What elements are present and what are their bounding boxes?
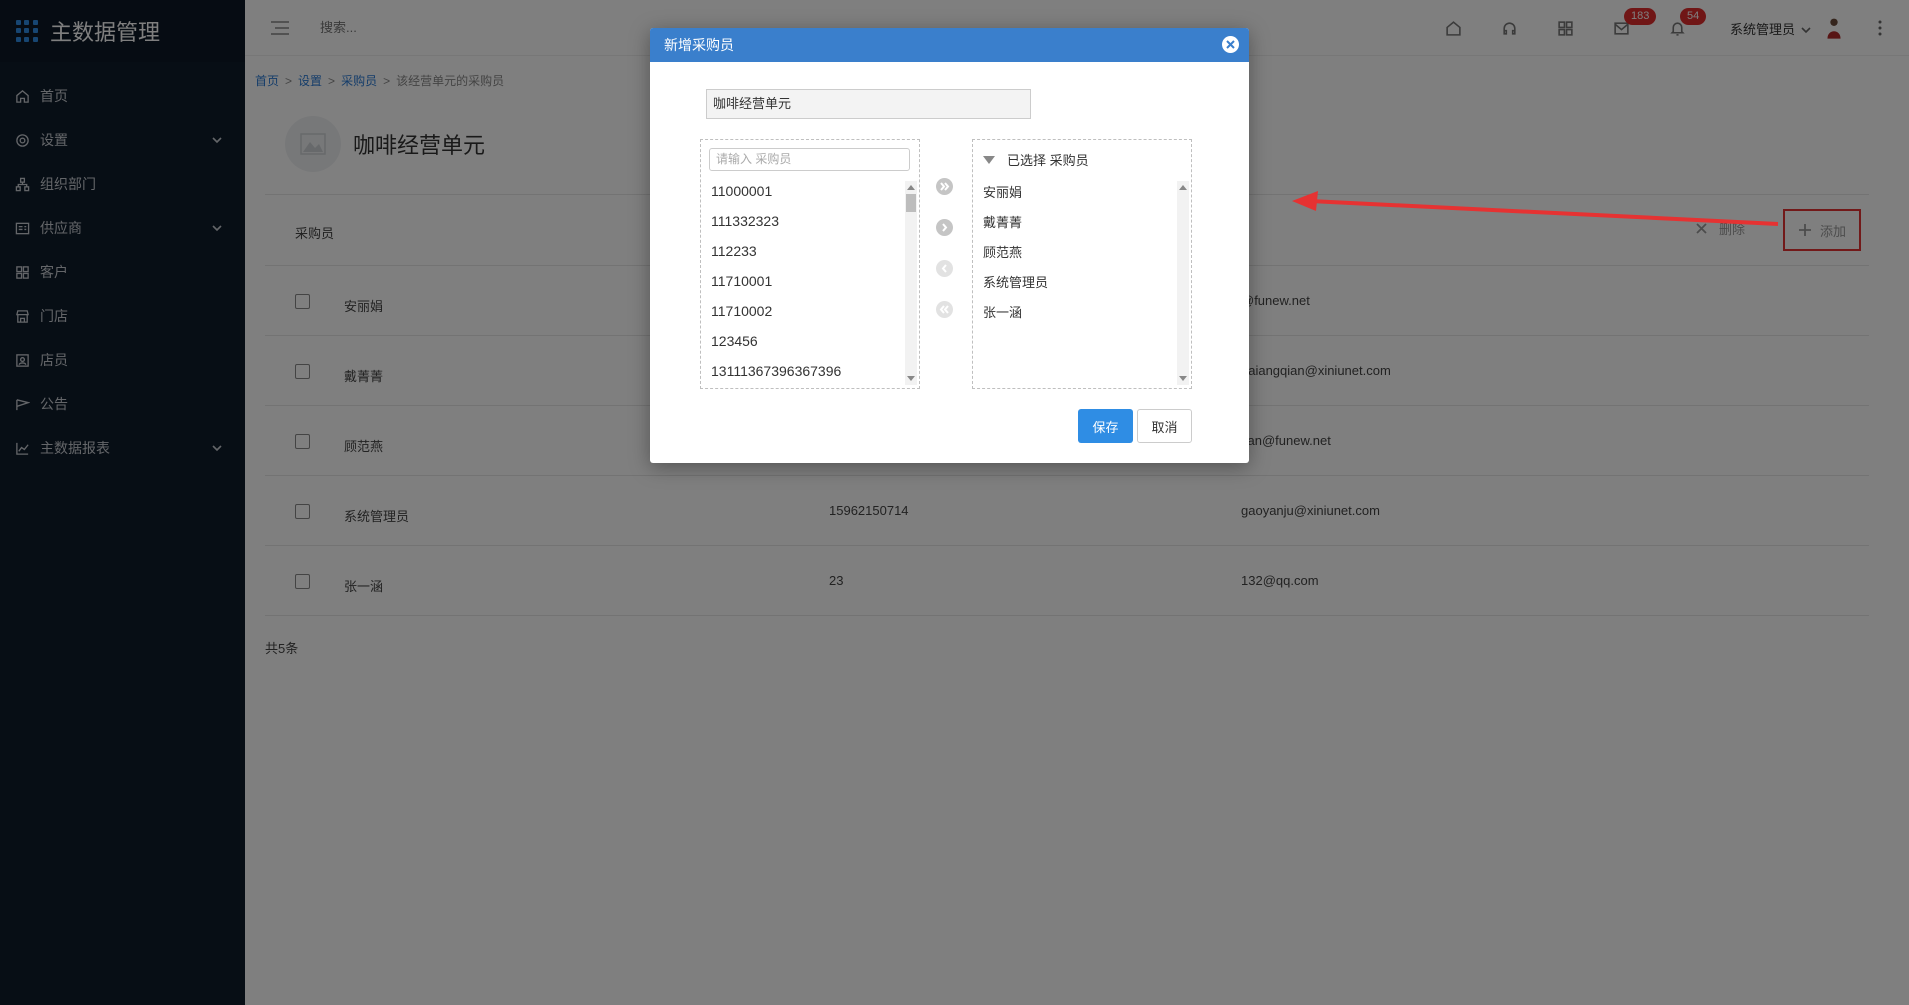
list-item[interactable]: 安丽娟 <box>983 178 1173 208</box>
dialog-header: 新增采购员 <box>650 28 1249 62</box>
move-left-icon[interactable] <box>936 260 953 277</box>
available-buyers-list: 11000001 111332323 112233 11710001 11710… <box>711 176 901 386</box>
list-item[interactable]: 顾范燕 <box>983 238 1173 268</box>
list-item[interactable]: 11000001 <box>711 176 901 206</box>
move-all-right-icon[interactable] <box>936 178 953 195</box>
list-item[interactable]: 张一涵 <box>983 298 1173 328</box>
save-button[interactable]: 保存 <box>1078 409 1133 443</box>
list-item[interactable]: 111332323 <box>711 206 901 236</box>
selected-title: 已选择 采购员 <box>1007 153 1089 168</box>
list-item[interactable]: 13111367396367396 <box>711 356 901 386</box>
selected-buyers-list: 安丽娟 戴菁菁 顾范燕 系统管理员 张一涵 <box>983 178 1173 328</box>
scroll-up-icon[interactable] <box>1179 185 1187 190</box>
scroll-thumb[interactable] <box>906 194 916 212</box>
collapse-triangle-icon <box>983 155 995 164</box>
unit-field: 咖啡经营单元 <box>706 89 1031 119</box>
scroll-up-icon[interactable] <box>907 185 915 190</box>
list-item[interactable]: 系统管理员 <box>983 268 1173 298</box>
transfer-controls <box>936 178 954 342</box>
list-item[interactable]: 11710001 <box>711 266 901 296</box>
add-buyer-dialog: 新增采购员 咖啡经营单元 请输入 采购员 11000001 111332323 … <box>650 28 1249 463</box>
available-buyers-pane: 请输入 采购员 11000001 111332323 112233 117100… <box>700 139 920 389</box>
scrollbar[interactable] <box>1177 181 1189 385</box>
list-item[interactable]: 戴菁菁 <box>983 208 1173 238</box>
list-item[interactable]: 11710002 <box>711 296 901 326</box>
scrollbar[interactable] <box>905 181 917 385</box>
list-item[interactable]: 112233 <box>711 236 901 266</box>
move-all-left-icon[interactable] <box>936 301 953 318</box>
list-item[interactable]: 123456 <box>711 326 901 356</box>
scroll-down-icon[interactable] <box>907 376 915 381</box>
dialog-title: 新增采购员 <box>664 37 734 53</box>
buyer-search-input[interactable]: 请输入 采购员 <box>709 148 910 171</box>
selected-buyers-pane: 已选择 采购员 安丽娟 戴菁菁 顾范燕 系统管理员 张一涵 <box>972 139 1192 389</box>
selected-header[interactable]: 已选择 采购员 <box>983 150 1089 169</box>
close-icon[interactable] <box>1222 36 1239 53</box>
cancel-button[interactable]: 取消 <box>1137 409 1192 443</box>
scroll-down-icon[interactable] <box>1179 376 1187 381</box>
move-right-icon[interactable] <box>936 219 953 236</box>
